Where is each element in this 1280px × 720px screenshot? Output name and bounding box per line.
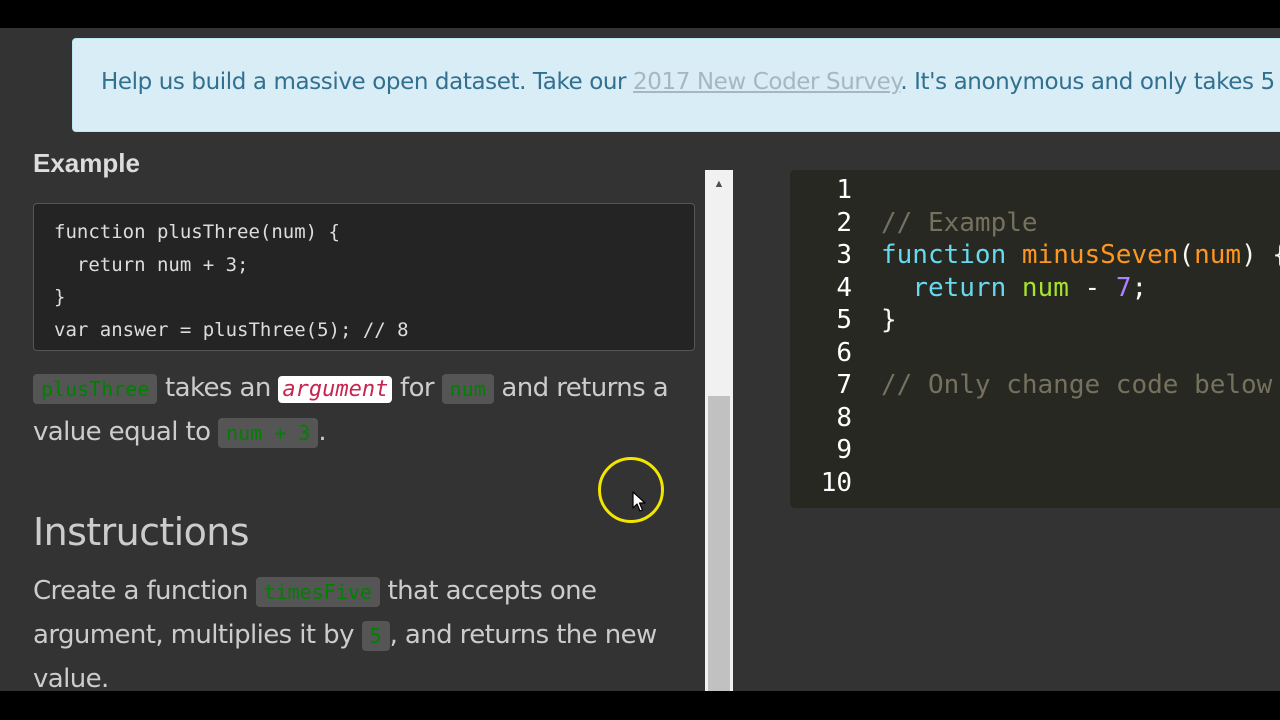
code-line-5[interactable]: } xyxy=(881,304,1280,337)
code-line-2[interactable]: // Example xyxy=(881,207,1280,240)
inline-code-plusthree: plusThree xyxy=(33,374,158,404)
line-number: 1 xyxy=(836,175,852,205)
example-code-block: function plusThree(num) { return num + 3… xyxy=(33,203,695,351)
lesson-panel: Example function plusThree(num) { return… xyxy=(0,132,705,691)
arrow-up-icon[interactable]: ▲ xyxy=(705,170,733,198)
code-paren: ( xyxy=(1178,240,1195,270)
line-number: 3 xyxy=(836,240,852,270)
line-number-gutter: 1 2 3 4 5 6 7 8 9 10 xyxy=(790,174,852,499)
app-viewport: Help us build a massive open dataset. Ta… xyxy=(0,28,1280,691)
code-line-3-rest: ) { xyxy=(1241,240,1280,270)
banner-message: Help us build a massive open dataset. Ta… xyxy=(101,69,1275,95)
code-lines[interactable]: // Example function minusSeven(num) { re… xyxy=(881,174,1280,499)
code-line-3[interactable]: function minusSeven(num) { xyxy=(881,239,1280,272)
code-line-8[interactable] xyxy=(881,402,1280,435)
code-operator: - xyxy=(1068,272,1116,303)
desc-text-4: . xyxy=(318,417,327,447)
code-brace: } xyxy=(881,305,897,335)
scrollbar-thumb[interactable] xyxy=(708,396,730,691)
inline-code-5: 5 xyxy=(361,621,390,651)
inline-code-timesfive: timesFive xyxy=(255,577,380,607)
code-function-name: minusSeven xyxy=(1021,240,1179,270)
line-number: 2 xyxy=(836,207,852,238)
code-comment: // Example xyxy=(881,207,1038,238)
code-editor[interactable]: 1 2 3 4 5 6 7 8 9 10 // Example function… xyxy=(790,170,1280,508)
line-number: 4 xyxy=(836,272,852,303)
code-line-9[interactable] xyxy=(881,434,1280,467)
code-number: 7 xyxy=(1115,272,1132,303)
code-param: num xyxy=(1194,240,1242,270)
lesson-scrollbar[interactable]: ▲ xyxy=(705,170,733,691)
code-line-6[interactable] xyxy=(881,337,1280,370)
lesson-description: plusThree takes an argument for num and … xyxy=(33,367,683,455)
inline-code-num: num xyxy=(441,374,494,404)
code-comment: // Only change code below this line xyxy=(881,370,1273,400)
line-number: 5 xyxy=(836,305,852,335)
survey-link[interactable]: 2017 New Coder Survey xyxy=(633,69,901,95)
code-variable: num xyxy=(1021,272,1069,303)
instructions-text: Create a function timesFive that accepts… xyxy=(33,570,683,691)
code-line-1[interactable] xyxy=(881,174,1280,207)
desc-text-2: for xyxy=(392,373,442,403)
example-heading: Example xyxy=(33,148,140,178)
desc-text-1: takes an xyxy=(157,373,279,403)
line-number: 9 xyxy=(836,435,852,465)
line-number: 6 xyxy=(836,337,852,368)
code-line-10[interactable] xyxy=(881,467,1280,500)
instr-text-1: Create a function xyxy=(33,576,256,606)
line-number: 10 xyxy=(820,467,852,498)
inline-code-num-plus-3: num + 3 xyxy=(218,418,319,448)
line-number: 7 xyxy=(836,370,852,400)
survey-banner: Help us build a massive open dataset. Ta… xyxy=(72,38,1280,132)
code-semicolon: ; xyxy=(1131,272,1148,303)
instructions-heading: Instructions xyxy=(33,510,250,554)
emphasis-argument: argument xyxy=(278,376,393,403)
mouse-pointer-icon xyxy=(632,491,646,512)
code-line-4[interactable]: return num - 7; xyxy=(881,272,1280,305)
code-keyword-return: return xyxy=(912,272,1007,303)
code-keyword-function: function xyxy=(881,240,1007,270)
code-line-7[interactable]: // Only change code below this line xyxy=(881,369,1280,402)
cursor-highlight-ring xyxy=(598,457,664,523)
banner-text-before: Help us build a massive open dataset. Ta… xyxy=(101,69,634,95)
banner-text-after: . It's anonymous and only takes 5 xyxy=(900,69,1275,95)
line-number: 8 xyxy=(836,402,852,433)
